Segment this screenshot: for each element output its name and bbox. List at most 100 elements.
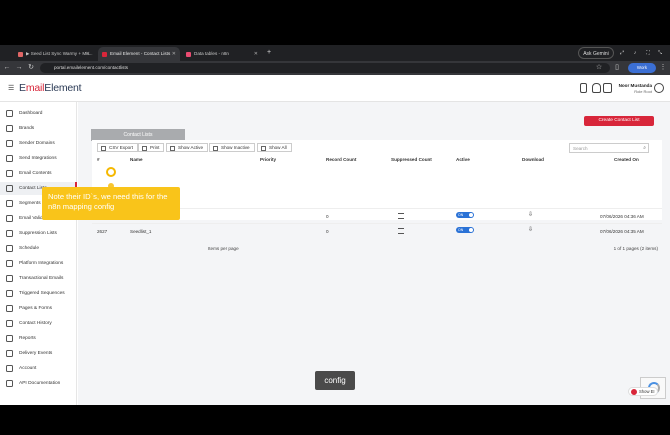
reload-icon[interactable]: ↻	[26, 63, 36, 73]
sidebar-item-platform-integrations[interactable]: Platform Integrations	[0, 257, 77, 270]
sidebar-item-dashboard[interactable]: Dashboard	[0, 107, 77, 120]
csv-export-button[interactable]: CSV Export	[97, 143, 138, 152]
tab-label: Data tables - n8n	[194, 51, 229, 56]
row-id: 2627	[97, 229, 108, 234]
download-icon[interactable]: ⇩	[528, 212, 534, 219]
main-content: Create Contact List Contact Lists CSV Ex…	[78, 102, 670, 405]
browser-tab-contact-lists[interactable]: Email Element - Contact Lists ✕	[98, 47, 180, 61]
email-valid-icon	[6, 215, 13, 222]
sidebar: Dashboard Brands Sender Domains Send Integr…	[0, 102, 77, 405]
click-highlight-ring	[106, 167, 116, 177]
suppressed-list-icon[interactable]	[398, 213, 404, 219]
fullscreen-icon[interactable]: ⛶	[643, 47, 653, 59]
show-inactive-button[interactable]: Show Inactive	[209, 143, 255, 152]
column-header-record-count[interactable]: Record Count	[326, 157, 356, 162]
sidebar-item-brands[interactable]: Brands	[0, 122, 77, 135]
sidebar-item-pages-forms[interactable]: Pages & Forms	[0, 302, 77, 315]
youtube-favicon-icon	[18, 52, 23, 57]
row-record-count: 0	[326, 229, 329, 234]
column-header-active[interactable]: Active	[456, 157, 470, 162]
table-row[interactable]: 2627 Seedlist_1 0 ON ⇩ 07/06/2026 04:35 …	[92, 223, 662, 238]
sidebar-item-email-contents[interactable]: Email Contents	[0, 167, 77, 180]
expand-icon[interactable]: ⤡	[655, 47, 665, 59]
menu-dots-icon[interactable]: ⋮	[658, 63, 668, 73]
sidebar-item-send-integrations[interactable]: Send Integrations	[0, 152, 77, 165]
extension-icon[interactable]: ⤢	[617, 47, 627, 59]
sidebar-item-label: Platform Integrations	[19, 261, 64, 266]
print-button[interactable]: Print	[138, 143, 165, 152]
close-icon[interactable]: ✕	[86, 47, 90, 61]
emailelement-logo[interactable]: EmailElement	[19, 82, 82, 94]
sidebar-item-triggered-sequences[interactable]: Triggered Sequences	[0, 287, 77, 300]
column-header-id[interactable]: #	[97, 157, 100, 162]
sidebar-item-delivery-events[interactable]: Delivery Events	[0, 347, 77, 360]
show-active-button[interactable]: Show Active	[166, 143, 209, 152]
app-header: ☰ EmailElement Noor Mustanda Role Root	[0, 75, 670, 102]
transactional-emails-icon	[6, 275, 13, 282]
sidebar-item-suppression-lists[interactable]: Suppression Lists	[0, 227, 77, 240]
sidebar-item-contact-history[interactable]: Contact History	[0, 317, 77, 330]
browser-window: ▶ Seed List Sync Warmy + Mu... ✕ Email E…	[0, 45, 670, 405]
close-icon[interactable]: ✕	[254, 47, 258, 61]
back-arrow-icon[interactable]: ←	[2, 63, 12, 73]
sidebar-item-label: Transactional Emails	[19, 276, 64, 281]
toggle-label: ON	[458, 228, 464, 232]
column-header-download[interactable]: Download	[522, 157, 544, 162]
active-toggle[interactable]: ON	[456, 227, 474, 233]
bell-icon[interactable]	[592, 83, 601, 93]
bookmark-star-icon[interactable]: ☆	[594, 63, 604, 73]
show-inactive-label: Show Inactive	[221, 145, 250, 150]
column-header-created-on[interactable]: Created On	[614, 157, 639, 162]
close-icon[interactable]: ✕	[172, 47, 176, 61]
browser-tab-n8n[interactable]: Data tables - n8n ✕	[182, 47, 262, 61]
sidebar-item-reports[interactable]: Reports	[0, 332, 77, 345]
ei-logo-icon	[631, 389, 637, 395]
tab-label: ▶ Seed List Sync Warmy + Mu...	[26, 51, 93, 56]
column-header-suppressed-count[interactable]: Suppressed Count	[391, 157, 432, 162]
ask-gemini-label: Ask Gemini	[583, 51, 609, 57]
avatar-icon[interactable]	[654, 83, 664, 93]
sidebar-item-label: Delivery Events	[19, 351, 53, 356]
show-all-label: Show All	[269, 145, 287, 150]
create-contact-list-button[interactable]: Create Contact List	[584, 116, 654, 126]
show-all-button[interactable]: Show All	[257, 143, 292, 152]
dashboard-icon	[6, 110, 13, 117]
sidebar-item-account[interactable]: Account	[0, 362, 77, 375]
forward-arrow-icon[interactable]: →	[14, 63, 24, 73]
url-text: portal.emailelement.com/contactlists	[54, 65, 129, 70]
hamburger-menu-icon[interactable]: ☰	[8, 84, 14, 92]
column-header-priority[interactable]: Priority	[260, 157, 276, 162]
logout-icon[interactable]	[603, 83, 612, 93]
sidebar-item-api-documentation[interactable]: API Documentation	[0, 377, 77, 390]
delivery-events-icon	[6, 350, 13, 357]
sidebar-item-sender-domains[interactable]: Sender Domains	[0, 137, 77, 150]
column-header-name[interactable]: Name	[130, 157, 143, 162]
url-field[interactable]: portal.emailelement.com/contactlists	[40, 63, 610, 73]
send-integrations-icon	[6, 155, 13, 162]
suppressed-list-icon[interactable]	[398, 228, 404, 234]
mobile-icon[interactable]	[580, 83, 587, 93]
segments-icon	[6, 200, 13, 207]
sidebar-item-label: Segments	[19, 201, 41, 206]
active-toggle[interactable]: ON	[456, 212, 474, 218]
side-panel-icon[interactable]: ▯	[612, 63, 622, 73]
search-icon: ⌕	[643, 145, 646, 151]
search-input[interactable]: Search ⌕	[569, 143, 649, 153]
tutorial-callout: Note their ID`s, we need this for the n8…	[42, 187, 180, 220]
profile-label: Work	[636, 65, 648, 70]
sidebar-item-schedule[interactable]: Schedule	[0, 242, 77, 255]
pagination-bar: Items per page 1 of 1 pages (2 items)	[92, 243, 662, 255]
download-icon[interactable]: ⇩	[528, 227, 534, 234]
new-tab-button[interactable]: +	[264, 47, 274, 59]
print-icon	[142, 145, 147, 151]
show-ei-button[interactable]: Show EI	[628, 387, 658, 396]
ask-gemini-button[interactable]: Ask Gemini	[578, 47, 614, 59]
volume-icon[interactable]: ♪	[630, 47, 640, 59]
profile-chip[interactable]: Work	[628, 63, 656, 73]
sidebar-item-label: Email Contents	[19, 171, 52, 176]
sidebar-item-transactional-emails[interactable]: Transactional Emails	[0, 272, 77, 285]
show-active-icon	[170, 145, 175, 151]
suppression-lists-icon	[6, 230, 13, 237]
tab-bar: ▶ Seed List Sync Warmy + Mu... ✕ Email E…	[0, 45, 670, 61]
browser-tab-seed-list[interactable]: ▶ Seed List Sync Warmy + Mu... ✕	[14, 47, 94, 61]
